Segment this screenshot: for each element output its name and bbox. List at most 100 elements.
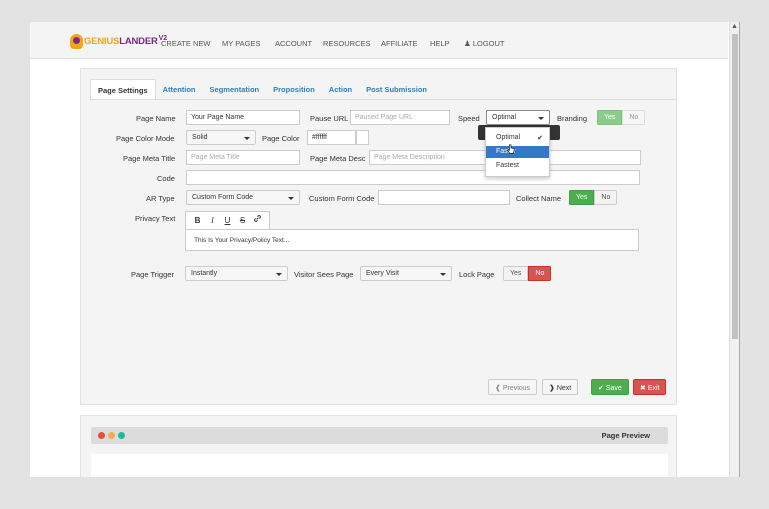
code-input[interactable] [186,170,640,185]
lightbulb-logo-icon [70,33,83,49]
tab-bar: Page Settings Attention Segmentation Pro… [90,79,434,100]
top-navigation: GENIUSLANDER V2 CREATE NEW MY PAGES ACCO… [30,22,728,59]
pause-url-input[interactable]: Paused Page URL [350,110,450,125]
collect-name-label: Collect Name [516,194,562,203]
branding-yes-button[interactable]: Yes [597,110,623,125]
preview-title: Page Preview [601,431,650,440]
nav-my-pages[interactable]: MY PAGES [222,39,261,48]
tab-segmentation[interactable]: Segmentation [203,79,267,100]
previous-button[interactable]: ❰ Previous [488,379,538,395]
privacy-text-label: Privacy Text [135,214,176,223]
next-label: Next [556,385,572,392]
chevron-down-icon [538,117,544,120]
custom-form-code-label: Custom Form Code [309,194,375,203]
nav-resources[interactable]: RESOURCES [323,39,371,48]
save-label: Save [605,385,622,392]
editor-toolbar: B I U S [185,211,270,230]
collect-name-toggle: Yes No [569,190,618,205]
page-preview-panel: Page Preview [80,415,677,477]
ar-type-label: AR Type [146,194,175,203]
page-meta-title-input[interactable]: Page Meta Title [186,150,300,165]
nav-logout-label: LOGOUT [472,39,505,48]
tab-post-submission[interactable]: Post Submission [359,79,434,100]
chevron-down-icon [288,197,294,200]
user-icon: ♟ [464,39,473,48]
bold-button[interactable]: B [190,213,205,228]
page-meta-title-label: Page Meta Title [123,154,176,163]
nav-account[interactable]: ACCOUNT [275,39,312,48]
tab-proposition[interactable]: Proposition [266,79,322,100]
page-color-label: Page Color [262,134,300,143]
branding-no-button[interactable]: No [622,110,646,125]
visitor-sees-page-select[interactable]: Every Visit [360,266,452,281]
link-button[interactable] [250,213,265,228]
close-icon: ✖ [640,385,648,392]
next-button[interactable]: ❱ Next [542,379,579,395]
ar-type-value: Custom Form Code [192,194,254,201]
lock-page-no-button[interactable]: No [528,266,552,281]
exit-button[interactable]: ✖ Exit [633,379,667,395]
tab-attention[interactable]: Attention [156,79,203,100]
preview-body [91,454,668,477]
visitor-sees-page-label: Visitor Sees Page [294,270,354,279]
custom-form-code-input[interactable] [378,190,510,205]
speed-select-value: Optimal [492,114,517,121]
page-trigger-select[interactable]: Instantly [185,266,288,281]
page-color-mode-select[interactable]: Solid [186,130,256,145]
italic-button[interactable]: I [205,213,220,228]
chevron-down-icon [244,137,250,140]
arrow-left-circle-icon: ❰ [495,385,503,392]
privacy-text-editor[interactable]: This Is Your Privacy/Policy Text... [185,229,639,251]
lock-page-toggle: Yes No [503,266,552,281]
logo-text: GENIUSLANDER [84,35,158,47]
save-button[interactable]: ✔ Save [591,379,629,395]
collect-name-yes-button[interactable]: Yes [569,190,595,205]
page-meta-desc-label: Page Meta Desc [310,154,366,163]
speed-option-faster[interactable]: Faster [486,146,549,158]
page-color-mode-label: Page Color Mode [116,134,175,143]
speed-label: Speed [458,114,480,123]
speed-dropdown-menu: Optimal ✔ Faster Fastest [485,127,550,177]
speed-select[interactable]: Optimal [486,110,550,125]
page-name-input[interactable]: Your Page Name [186,110,300,125]
check-icon: ✔ [598,385,606,392]
link-icon [254,215,261,222]
page-trigger-label: Page Trigger [131,270,174,279]
speed-option-optimal[interactable]: Optimal ✔ [486,132,549,144]
red-dot-icon [98,432,105,439]
nav-logout[interactable]: ♟ LOGOUT [464,39,504,48]
lock-page-label: Lock Page [459,270,495,279]
collect-name-no-button[interactable]: No [594,190,618,205]
page-color-mode-value: Solid [192,134,208,141]
scrollbar-thumb[interactable] [732,34,738,339]
lock-page-yes-button[interactable]: Yes [503,266,529,281]
nav-affiliate[interactable]: AFFILIATE [381,39,418,48]
speed-option-fastest[interactable]: Fastest [486,160,549,172]
checkmark-icon: ✔ [537,135,543,142]
scroll-up-arrow-icon[interactable]: ▲ [731,23,738,30]
ar-type-select[interactable]: Custom Form Code [186,190,300,205]
vertical-scrollbar[interactable]: ▲ [729,22,739,477]
tab-divider [90,99,676,100]
chevron-down-icon [276,273,282,276]
visitor-sees-page-value: Every Visit [366,270,399,277]
branding-toggle: Yes No [597,110,646,125]
tab-page-settings[interactable]: Page Settings [90,79,156,100]
page-color-input[interactable]: #ffffff [307,130,356,145]
logo[interactable]: GENIUSLANDER V2 [70,32,167,50]
page-name-label: Page Name [136,114,176,123]
strikethrough-button[interactable]: S [235,213,250,228]
tab-action[interactable]: Action [322,79,359,100]
branding-label: Branding [557,114,588,123]
yellow-dot-icon [108,432,115,439]
chevron-down-icon [440,273,446,276]
page-trigger-value: Instantly [191,270,218,277]
code-label: Code [157,174,175,183]
browser-window: GENIUSLANDER V2 CREATE NEW MY PAGES ACCO… [30,22,740,477]
underline-button[interactable]: U [220,213,235,228]
green-dot-icon [118,432,125,439]
color-swatch[interactable] [356,130,369,145]
nav-help[interactable]: HELP [430,39,450,48]
preview-header: Page Preview [91,427,668,444]
nav-create-new[interactable]: CREATE NEW [161,39,210,48]
